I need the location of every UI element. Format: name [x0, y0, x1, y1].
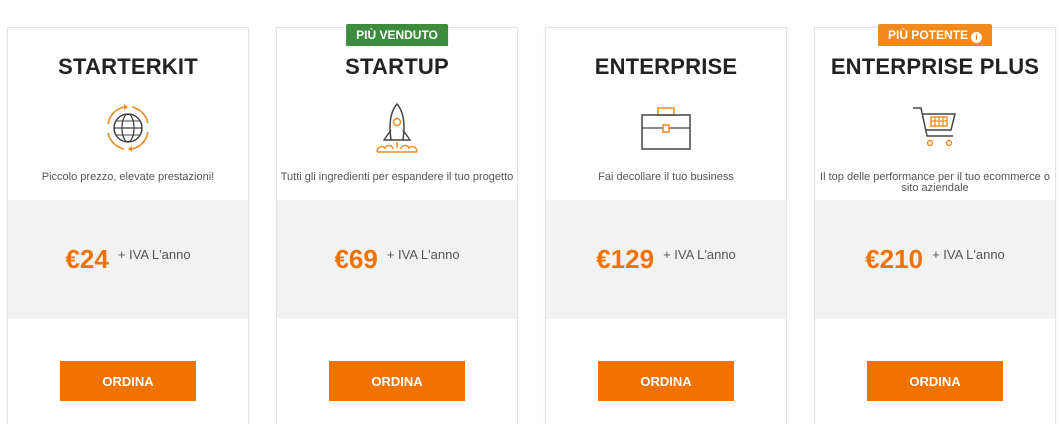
- price-band: €69 + IVA L'anno: [277, 200, 517, 319]
- badge-label: PIÙ POTENTE: [887, 28, 969, 42]
- plan-tagline: Fai decollare il tuo business: [598, 171, 734, 183]
- order-button[interactable]: ORDINA: [60, 361, 196, 401]
- plan-tagline: Il top delle performance per il tuo ecom…: [820, 171, 1050, 194]
- plan-price: €210: [865, 244, 924, 274]
- plan-card-enterprise-plus: PIÙ POTENTE i ENTERPRISE PLUS Il top dell…: [814, 24, 1056, 424]
- plan-price: €69: [334, 244, 378, 274]
- plan-name: STARTUP: [345, 54, 449, 79]
- plan-card-enterprise: ENTERPRISE Fai decollare il tuo business…: [545, 27, 787, 424]
- price-band: €24 + IVA L'anno: [8, 200, 248, 319]
- plan-card-starterkit: STARTERKIT Piccolo prezzo, elevate prest…: [7, 27, 249, 424]
- rocket-icon: [277, 98, 517, 158]
- plan-name: ENTERPRISE PLUS: [830, 54, 1040, 79]
- order-button[interactable]: ORDINA: [598, 361, 734, 401]
- order-button[interactable]: ORDINA: [329, 361, 465, 401]
- plan-card-startup: PIÙ VENDUTO STARTUP Tutti gli ingredient…: [276, 24, 518, 424]
- info-icon[interactable]: i: [971, 32, 983, 43]
- shopping-cart-icon: [815, 98, 1055, 158]
- plan-tagline: Tutti gli ingredienti per espandere il t…: [280, 171, 514, 183]
- price-band: €210 + IVA L'anno: [815, 200, 1055, 319]
- most-powerful-badge: PIÙ POTENTE i: [877, 24, 993, 46]
- price-suffix: + IVA L'anno: [663, 247, 736, 262]
- plan-tagline: Piccolo prezzo, elevate prestazioni!: [41, 171, 215, 183]
- best-seller-badge: PIÙ VENDUTO: [346, 24, 448, 46]
- plan-price: €129: [596, 244, 655, 274]
- plan-price: €24: [65, 244, 109, 274]
- globe-icon: [8, 98, 248, 158]
- order-button[interactable]: ORDINA: [867, 361, 1003, 401]
- price-suffix: + IVA L'anno: [932, 247, 1005, 262]
- price-band: €129 + IVA L'anno: [546, 200, 786, 319]
- briefcase-icon: [546, 98, 786, 158]
- price-suffix: + IVA L'anno: [386, 247, 460, 262]
- plan-name: STARTERKIT: [58, 54, 198, 79]
- plan-name: ENTERPRISE: [594, 54, 738, 79]
- price-suffix: + IVA L'anno: [117, 247, 191, 262]
